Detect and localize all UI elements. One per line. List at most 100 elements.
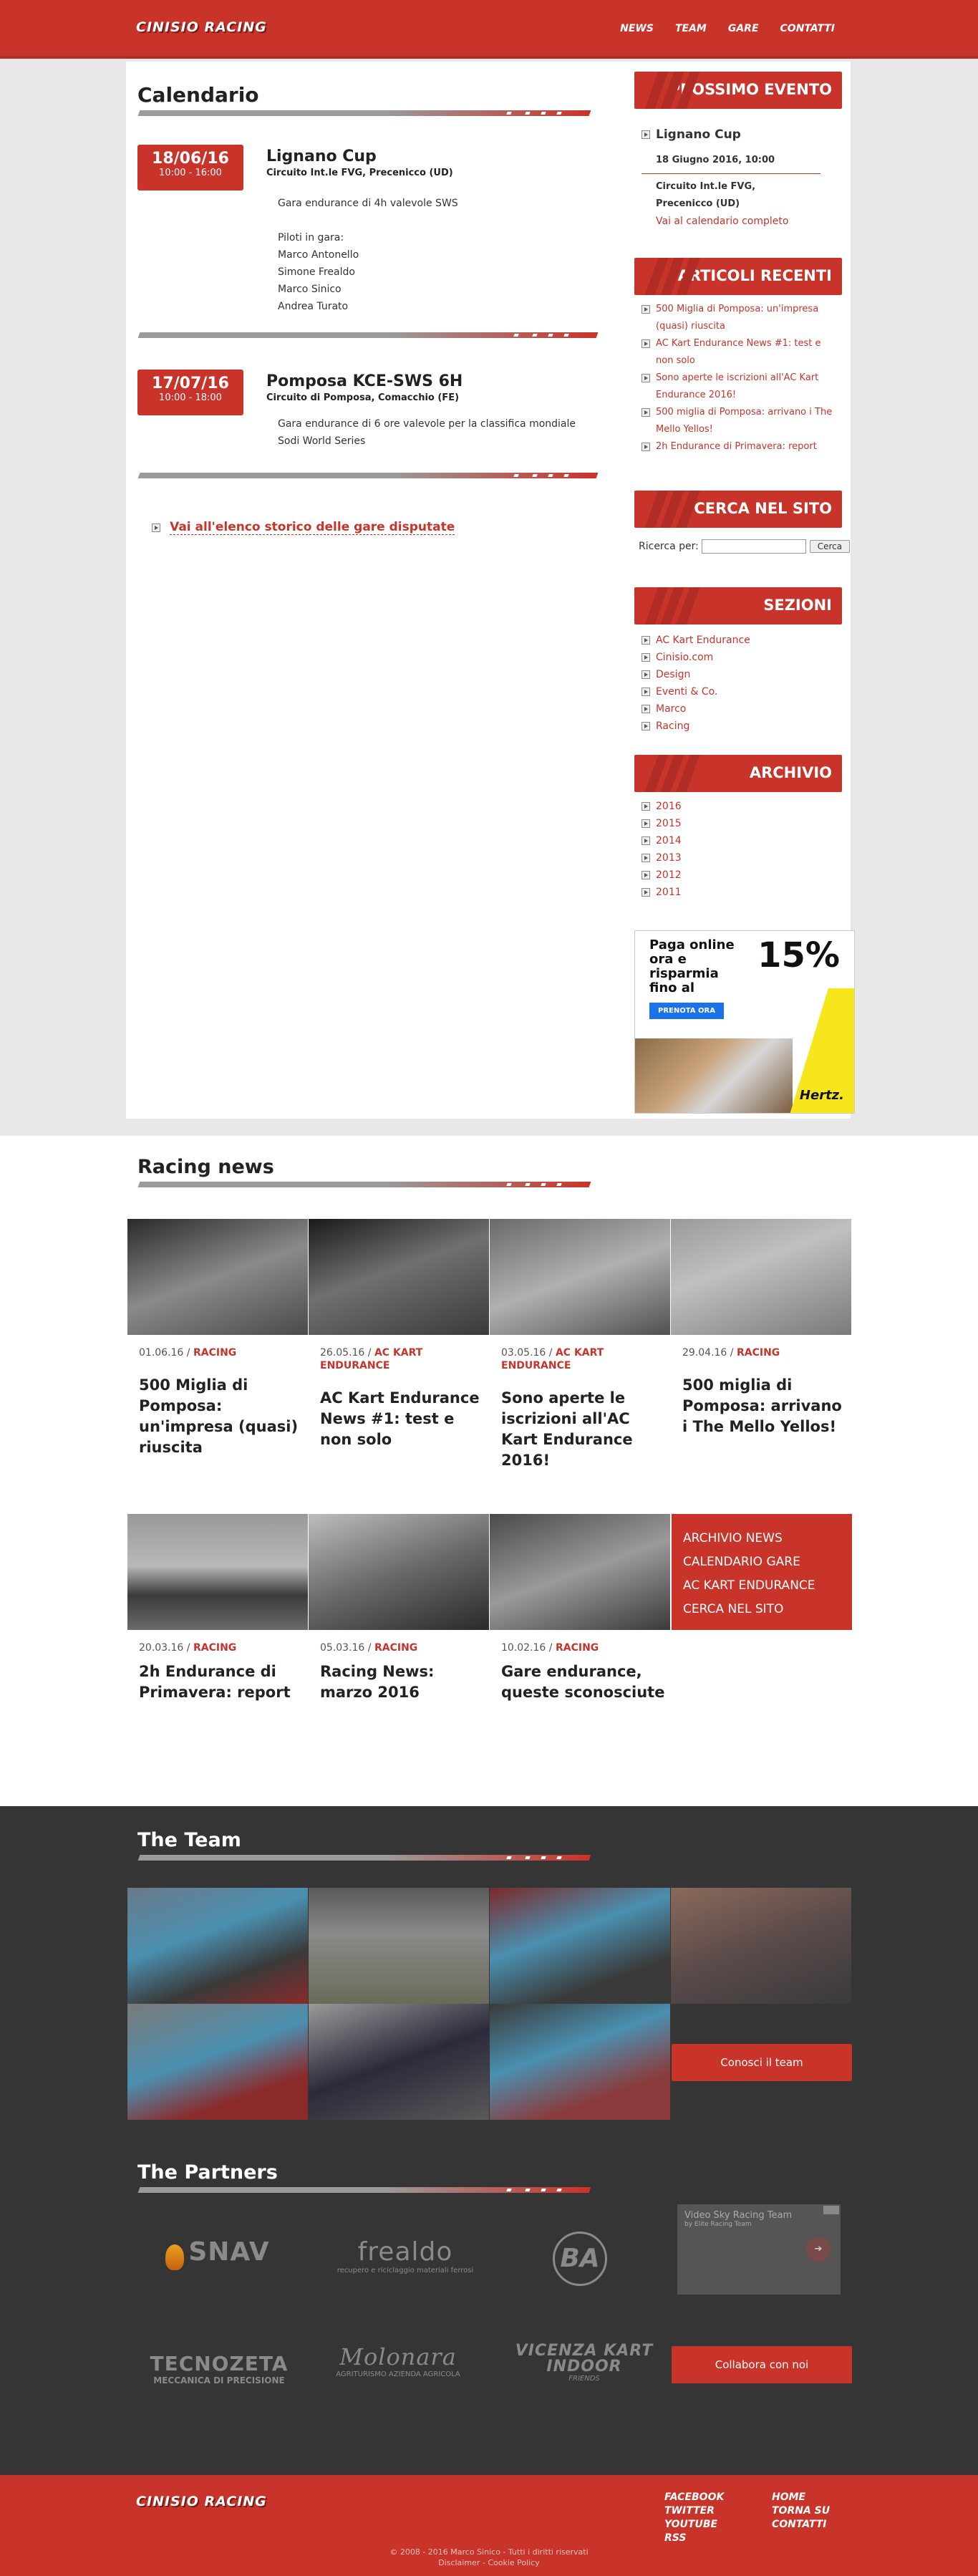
team-photo[interactable] <box>490 2004 670 2120</box>
partner-logo-snav[interactable]: SNAV <box>132 2237 304 2316</box>
ac-kart-endurance-link[interactable]: AC KART ENDURANCE <box>683 1574 852 1598</box>
news-category[interactable]: RACING <box>374 1642 417 1654</box>
twitter-link[interactable]: TWITTER <box>664 2504 724 2518</box>
archive-year-link[interactable]: 2016 <box>656 798 682 815</box>
ad-cta-button[interactable]: PRENOTA ORA <box>649 1003 724 1019</box>
team-photo[interactable] <box>127 2004 308 2120</box>
team-photo[interactable] <box>671 1888 851 2004</box>
recent-article-link[interactable]: 500 Miglia di Pomposa: un'impresa (quasi… <box>656 301 835 335</box>
news-image[interactable] <box>309 1514 489 1630</box>
team-photo[interactable] <box>309 2004 489 2120</box>
pilot-name: Simone Frealdo <box>278 266 355 278</box>
news-image[interactable] <box>127 1514 308 1630</box>
news-headline[interactable]: AC Kart Endurance News #1: test e non so… <box>320 1388 485 1450</box>
partner-logo-vicenza-kart[interactable]: VICENZA KART INDOOR FRIENDS <box>498 2343 670 2422</box>
team-photo[interactable] <box>309 1888 489 2004</box>
team-photo[interactable] <box>490 1888 670 2004</box>
news-headline[interactable]: Racing News: marzo 2016 <box>320 1661 485 1703</box>
history-link[interactable]: Vai all'elenco storico delle gare disput… <box>170 520 455 535</box>
video-ad[interactable]: Video Sky Racing Team by Elite Racing Te… <box>677 2204 841 2295</box>
recent-article-link[interactable]: 500 miglia di Pomposa: arrivano i The Me… <box>656 404 835 438</box>
full-calendar-link[interactable]: Vai al calendario completo <box>656 213 788 230</box>
section-link[interactable]: Racing <box>656 718 689 735</box>
news-image[interactable] <box>490 1219 670 1335</box>
sections-heading: SEZIONI <box>634 587 842 624</box>
news-headline[interactable]: 2h Endurance di Primavera: report <box>139 1661 304 1703</box>
disclaimer-link[interactable]: Disclaimer - Cookie Policy <box>0 2557 978 2568</box>
event-title[interactable]: Pomposa KCE-SWS 6H <box>266 372 463 390</box>
partner-logo-frealdo[interactable]: frealdo recupero e riciclaggio materiali… <box>319 2237 491 2316</box>
partner-logo-ba[interactable]: BA <box>494 2232 666 2310</box>
search-input[interactable] <box>702 539 807 554</box>
nav-contatti[interactable]: CONTATTI <box>780 23 835 34</box>
nav-news[interactable]: NEWS <box>620 23 654 34</box>
news-headline[interactable]: 500 miglia di Pomposa: arrivano i The Me… <box>682 1375 847 1437</box>
ad-close-icon[interactable] <box>823 2206 839 2214</box>
next-event-place-1: Circuito Int.le FVG, <box>656 181 756 192</box>
partner-logo-tecnozeta[interactable]: TECNOZETA MECCANICA DI PRECISIONE <box>133 2352 305 2431</box>
section-link[interactable]: Eventi & Co. <box>656 683 717 700</box>
nav-gare[interactable]: GARE <box>728 23 759 34</box>
footer-logo[interactable]: CINISIO RACING <box>136 2494 267 2509</box>
recent-article-link[interactable]: AC Kart Endurance News #1: test e non so… <box>656 335 835 370</box>
section-link[interactable]: Cinisio.com <box>656 649 713 666</box>
copyright: © 2008 - 2016 Marco Sinico - Tutti i dir… <box>0 2547 978 2568</box>
news-image[interactable] <box>127 1219 308 1335</box>
recent-article-link[interactable]: 2h Endurance di Primavera: report <box>656 438 817 455</box>
next-event-title[interactable]: Lignano Cup <box>656 126 741 143</box>
news-headline[interactable]: 500 Miglia di Pomposa: un'impresa (quasi… <box>139 1375 304 1458</box>
rss-link[interactable]: RSS <box>664 2532 724 2545</box>
facebook-link[interactable]: FACEBOOK <box>664 2491 724 2504</box>
pilot-name: Marco Sinico <box>278 284 342 295</box>
archive-year-link[interactable]: 2011 <box>656 884 682 901</box>
news-category[interactable]: RACING <box>193 1642 236 1654</box>
search-button[interactable]: Cerca <box>809 540 851 553</box>
next-event-datetime: 18 Giugno 2016, 10:00 <box>641 152 820 174</box>
contacts-link[interactable]: CONTATTI <box>772 2518 830 2532</box>
race-calendar-link[interactable]: CALENDARIO GARE <box>683 1550 852 1574</box>
video-ad-title: Video Sky Racing Team <box>684 2210 793 2221</box>
archive-year-link[interactable]: 2013 <box>656 849 682 867</box>
news-category[interactable]: RACING <box>556 1642 599 1654</box>
news-headline[interactable]: Gare endurance, queste sconosciute <box>501 1661 666 1703</box>
site-logo[interactable]: CINISIO RACING <box>136 19 267 35</box>
archive-year-link[interactable]: 2015 <box>656 815 682 832</box>
section-link[interactable]: AC Kart Endurance <box>656 632 750 649</box>
archive-year-link[interactable]: 2012 <box>656 867 682 884</box>
news-category[interactable]: RACING <box>193 1347 236 1359</box>
team-photo[interactable] <box>127 1888 308 2004</box>
partner-with-us-button[interactable]: Collabora con noi <box>672 2346 852 2383</box>
news-image[interactable] <box>309 1219 489 1335</box>
news-category[interactable]: RACING <box>737 1347 780 1359</box>
main-nav: NEWS TEAM GARE CONTATTI <box>620 23 835 34</box>
recent-article-link[interactable]: Sono aperte le iscrizioni all'AC Kart En… <box>656 370 835 404</box>
partner-name: VICENZA KART INDOOR <box>515 2342 654 2375</box>
news-headline[interactable]: Sono aperte le iscrizioni all'AC Kart En… <box>501 1388 666 1471</box>
home-link[interactable]: HOME <box>772 2491 830 2504</box>
archive-news-link[interactable]: ARCHIVIO NEWS <box>683 1527 852 1550</box>
event-date-badge: 18/06/16 10:00 - 16:00 <box>137 145 243 190</box>
section-link[interactable]: Design <box>656 666 690 683</box>
play-arrow-icon[interactable]: ➔ <box>806 2237 831 2262</box>
youtube-link[interactable]: YOUTUBE <box>664 2518 724 2532</box>
section-link[interactable]: Marco <box>656 700 686 718</box>
news-image[interactable] <box>671 1219 851 1335</box>
news-date: 05.03.16 <box>320 1642 365 1654</box>
meet-team-button[interactable]: Conosci il team <box>672 2044 852 2081</box>
news-meta: 05.03.16 / RACING <box>320 1642 418 1654</box>
event-title[interactable]: Lignano Cup <box>266 148 377 165</box>
partner-logo-molonara[interactable]: Molonara AGRITURISMO AZIENDA AGRICOLA <box>312 2343 484 2422</box>
site-search-link[interactable]: CERCA NEL SITO <box>683 1598 852 1621</box>
back-to-top-link[interactable]: TORNA SU <box>772 2504 830 2518</box>
hertz-ad[interactable]: Paga online ora e risparmia fino al 15% … <box>634 930 855 1114</box>
event-date-badge: 17/07/16 10:00 - 18:00 <box>137 370 243 415</box>
news-date: 03.05.16 <box>501 1347 546 1359</box>
archive-year-link[interactable]: 2014 <box>656 832 682 849</box>
news-image[interactable] <box>490 1514 670 1630</box>
history-link-row: Vai all'elenco storico delle gare disput… <box>152 520 455 535</box>
nav-team[interactable]: TEAM <box>675 23 707 34</box>
event-divider <box>137 332 599 338</box>
calendar-title: Calendario <box>137 83 259 107</box>
title-divider <box>137 1182 591 1187</box>
recent-articles-list: 500 Miglia di Pomposa: un'impresa (quasi… <box>641 301 835 455</box>
